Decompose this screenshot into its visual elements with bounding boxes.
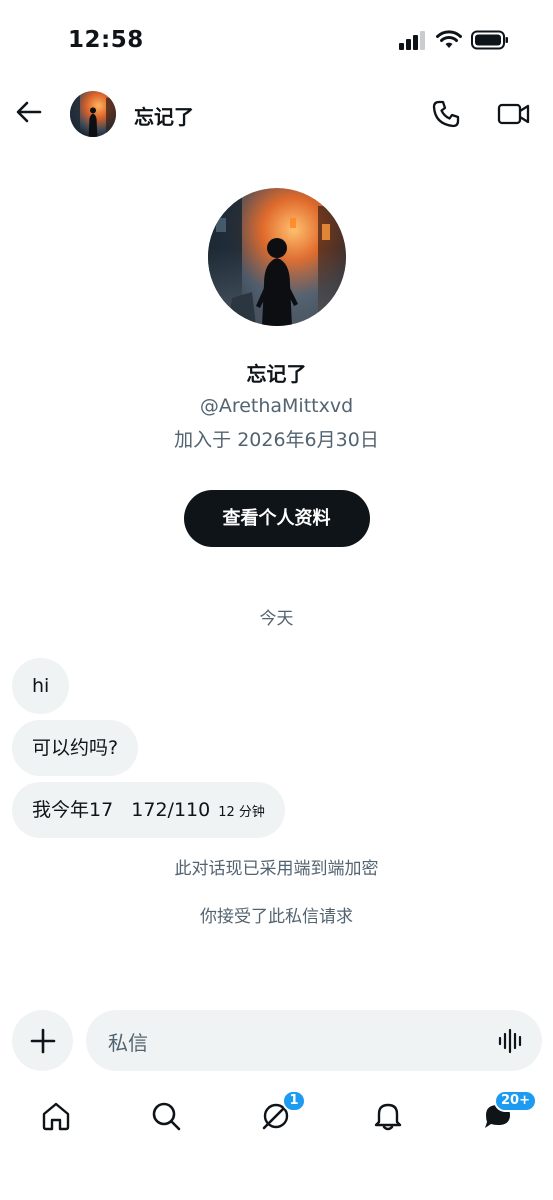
header-avatar[interactable]	[70, 91, 116, 137]
search-icon	[152, 1102, 181, 1131]
nav-home[interactable]	[36, 1096, 76, 1136]
wifi-icon	[436, 30, 462, 48]
message-text: hi	[32, 675, 50, 697]
cellular-signal-icon	[399, 31, 425, 50]
phone-icon	[432, 100, 460, 128]
voice-call-button[interactable]	[428, 96, 464, 132]
profile-avatar[interactable]	[207, 188, 346, 326]
grok-badge: 1	[282, 1090, 306, 1112]
message-input[interactable]: 私信	[86, 1010, 542, 1071]
header-contact-name[interactable]: 忘记了	[134, 101, 194, 130]
conversation-header: 忘记了	[0, 80, 553, 150]
battery-icon	[471, 30, 508, 50]
avatar-image	[207, 188, 346, 326]
profile-name: 忘记了	[246, 362, 307, 386]
nav-notifications[interactable]	[368, 1096, 408, 1136]
home-icon	[42, 1102, 70, 1131]
composer: 私信	[0, 1010, 553, 1072]
voice-message-button[interactable]	[496, 1026, 526, 1056]
add-attachment-button[interactable]	[12, 1010, 73, 1071]
request-accepted-note: 你接受了此私信请求	[200, 907, 353, 927]
nav-search[interactable]	[146, 1096, 186, 1136]
message-timestamp: 12 分钟	[218, 805, 265, 820]
waveform-icon	[498, 1028, 522, 1054]
message-input-placeholder: 私信	[108, 1031, 148, 1055]
messages-badge: 20+	[494, 1090, 537, 1112]
status-bar: 12:58	[0, 0, 553, 80]
message-bubble[interactable]: 可以约吗?	[12, 720, 139, 776]
avatar-image	[70, 91, 116, 137]
message-bubble[interactable]: hi	[12, 658, 70, 714]
bell-icon	[374, 1103, 402, 1131]
encryption-note: 此对话现已采用端到端加密	[174, 859, 379, 879]
profile-card: 忘记了 @ArethaMittxvd 加入于 2026年6月30日 查看个人资料	[0, 188, 553, 547]
view-profile-button[interactable]: 查看个人资料	[183, 490, 370, 547]
video-call-button[interactable]	[494, 96, 534, 132]
message-bubble[interactable]: 我今年17 172/110 12 分钟	[12, 782, 285, 838]
plus-icon	[30, 1028, 55, 1053]
video-camera-icon	[497, 103, 530, 125]
message-text: 我今年17 172/110	[32, 799, 211, 821]
back-arrow-icon	[16, 101, 42, 123]
profile-joined-date: 加入于 2026年6月30日	[174, 429, 379, 451]
back-button[interactable]	[12, 95, 46, 129]
bottom-nav: 1 20+	[0, 1090, 553, 1150]
nav-messages[interactable]: 20+	[478, 1090, 537, 1136]
date-separator: 今天	[259, 609, 294, 629]
status-icons	[399, 30, 509, 50]
profile-handle: @ArethaMittxvd	[199, 395, 354, 417]
status-time: 12:58	[68, 27, 144, 53]
nav-grok[interactable]: 1	[256, 1090, 306, 1136]
message-text: 可以约吗?	[32, 737, 119, 759]
